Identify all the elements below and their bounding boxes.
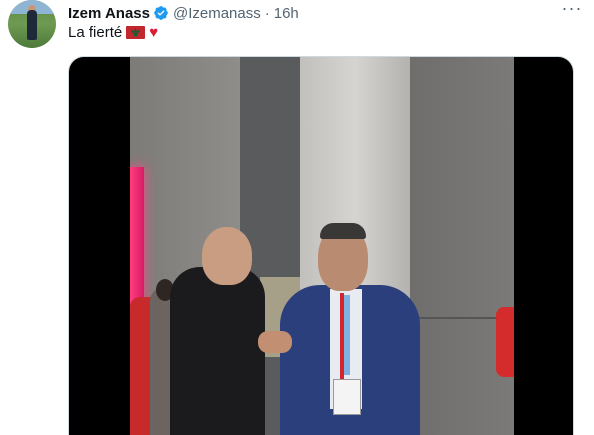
video-pink-light — [130, 167, 144, 307]
verified-badge-icon — [154, 6, 168, 20]
video-handshake — [258, 331, 292, 353]
tweet-video[interactable] — [68, 56, 574, 435]
author-avatar[interactable] — [8, 0, 56, 48]
video-frame[interactable] — [130, 57, 514, 435]
tweet-timestamp[interactable]: 16h — [274, 5, 299, 22]
video-wall-right — [410, 57, 514, 435]
tweet-header: Izem Anass @Izemanass · 16h — [68, 3, 299, 23]
heart-icon: ♥ — [149, 24, 159, 41]
flag-star-icon — [131, 28, 141, 37]
video-lanyard — [340, 293, 344, 383]
header-separator: · — [264, 4, 270, 22]
video-man-hoodie-head — [202, 227, 252, 285]
author-handle[interactable]: @Izemanass — [173, 5, 261, 22]
avatar-person — [27, 10, 37, 40]
video-man-hoodie — [170, 267, 265, 435]
author-name[interactable]: Izem Anass — [68, 5, 150, 22]
morocco-flag-icon — [126, 26, 146, 39]
tweet-card[interactable]: Izem Anass @Izemanass · 16h ··· La fiert… — [0, 0, 594, 435]
tweet-text-body: La fierté — [68, 24, 123, 41]
video-person-red-right — [496, 307, 514, 377]
video-man-suit-hair — [320, 223, 366, 239]
video-badge — [333, 379, 361, 415]
more-options-icon[interactable]: ··· — [560, 0, 584, 22]
tweet-text: La fierté ♥ — [68, 24, 158, 41]
